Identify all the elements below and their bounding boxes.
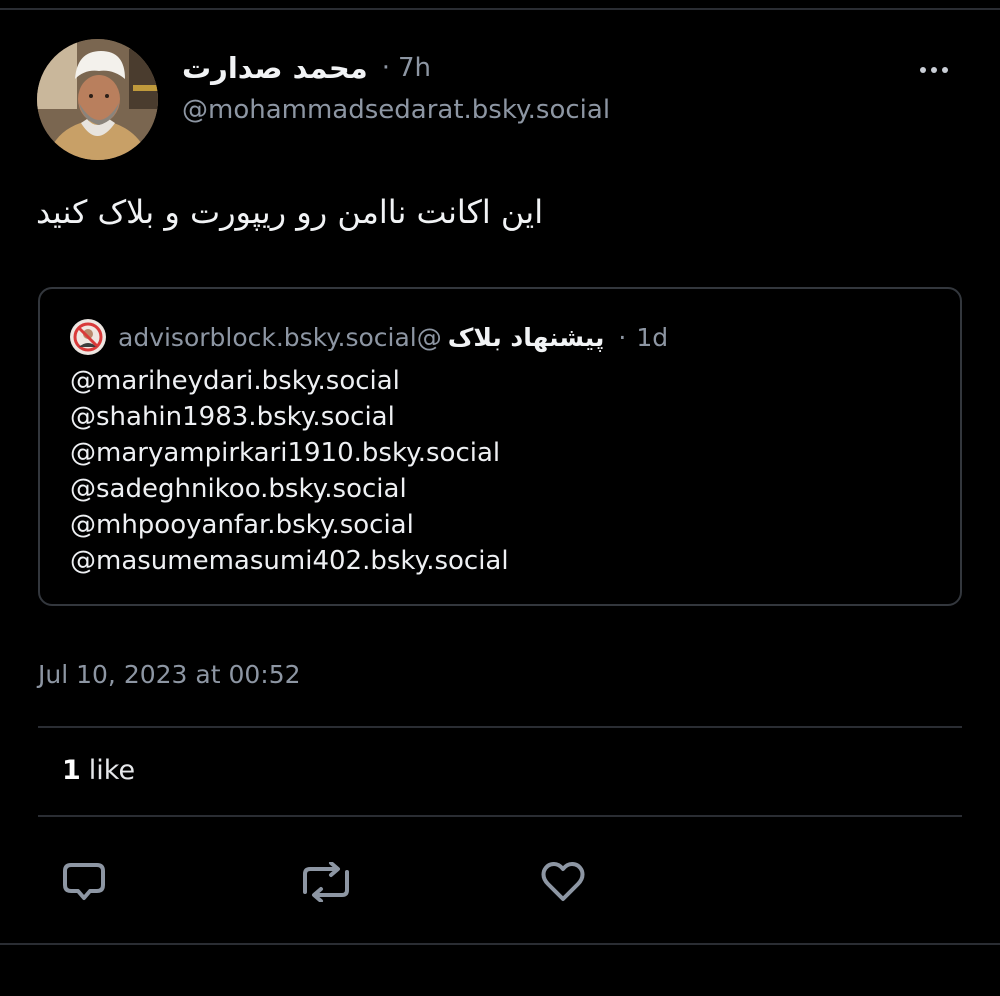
quoted-post[interactable]: advisorblock.bsky.social@ پیشنهاد بلاک ·… (38, 287, 962, 606)
stats-divider-bottom (38, 815, 962, 817)
quoted-post-header: advisorblock.bsky.social@ پیشنهاد بلاک ·… (70, 319, 668, 355)
quoted-author-display-name: پیشنهاد بلاک (447, 322, 605, 352)
separator-dot: · (618, 322, 627, 352)
separator-dot: · (381, 53, 390, 83)
mention-line: @maryampirkari1910.bsky.social (70, 438, 501, 468)
mention-line: @sadeghnikoo.bsky.social (70, 474, 407, 504)
author-photo (37, 39, 158, 160)
mention-line: @mhpooyanfar.bsky.social (70, 510, 414, 540)
likes-stat[interactable]: 1 like (62, 755, 135, 786)
quoted-post-text: @mariheydari.bsky.social @shahin1983.bsk… (70, 363, 509, 579)
author-display-name[interactable]: محمد صدارت (182, 51, 368, 85)
more-horizontal-icon (920, 67, 926, 73)
like-button[interactable] (539, 860, 587, 904)
author-row: محمد صدارت · 7h (182, 48, 431, 88)
quoted-author-handle: advisorblock.bsky.social@ (118, 322, 442, 352)
more-horizontal-icon-dot (942, 67, 948, 73)
likes-label: like (88, 755, 136, 786)
reply-button[interactable] (60, 860, 108, 904)
repost-button[interactable] (298, 860, 354, 904)
more-options-button[interactable] (914, 58, 954, 82)
bottom-divider (0, 943, 1000, 945)
repost-icon (303, 862, 349, 902)
stats-divider-top (38, 726, 962, 728)
reply-icon (63, 863, 105, 900)
likes-count: 1 (62, 755, 81, 786)
quoted-post-age: 1d (636, 322, 669, 352)
post-age: 7h (397, 53, 431, 83)
author-handle[interactable]: @mohammadsedarat.bsky.social (182, 95, 610, 125)
author-avatar[interactable] (37, 39, 158, 160)
post-timestamp: Jul 10, 2023 at 00:52 (38, 660, 301, 689)
mention-line: @mariheydari.bsky.social (70, 366, 400, 396)
mention-line: @masumemasumi402.bsky.social (70, 546, 509, 576)
top-divider (0, 8, 1000, 10)
mention-line: @shahin1983.bsky.social (70, 402, 395, 432)
heart-icon (541, 862, 585, 901)
no-entry-face-icon (70, 319, 106, 355)
post-text: این اکانت ناامن رو ریپورت و بلاک کنید (36, 193, 544, 231)
more-horizontal-icon-dot (931, 67, 937, 73)
